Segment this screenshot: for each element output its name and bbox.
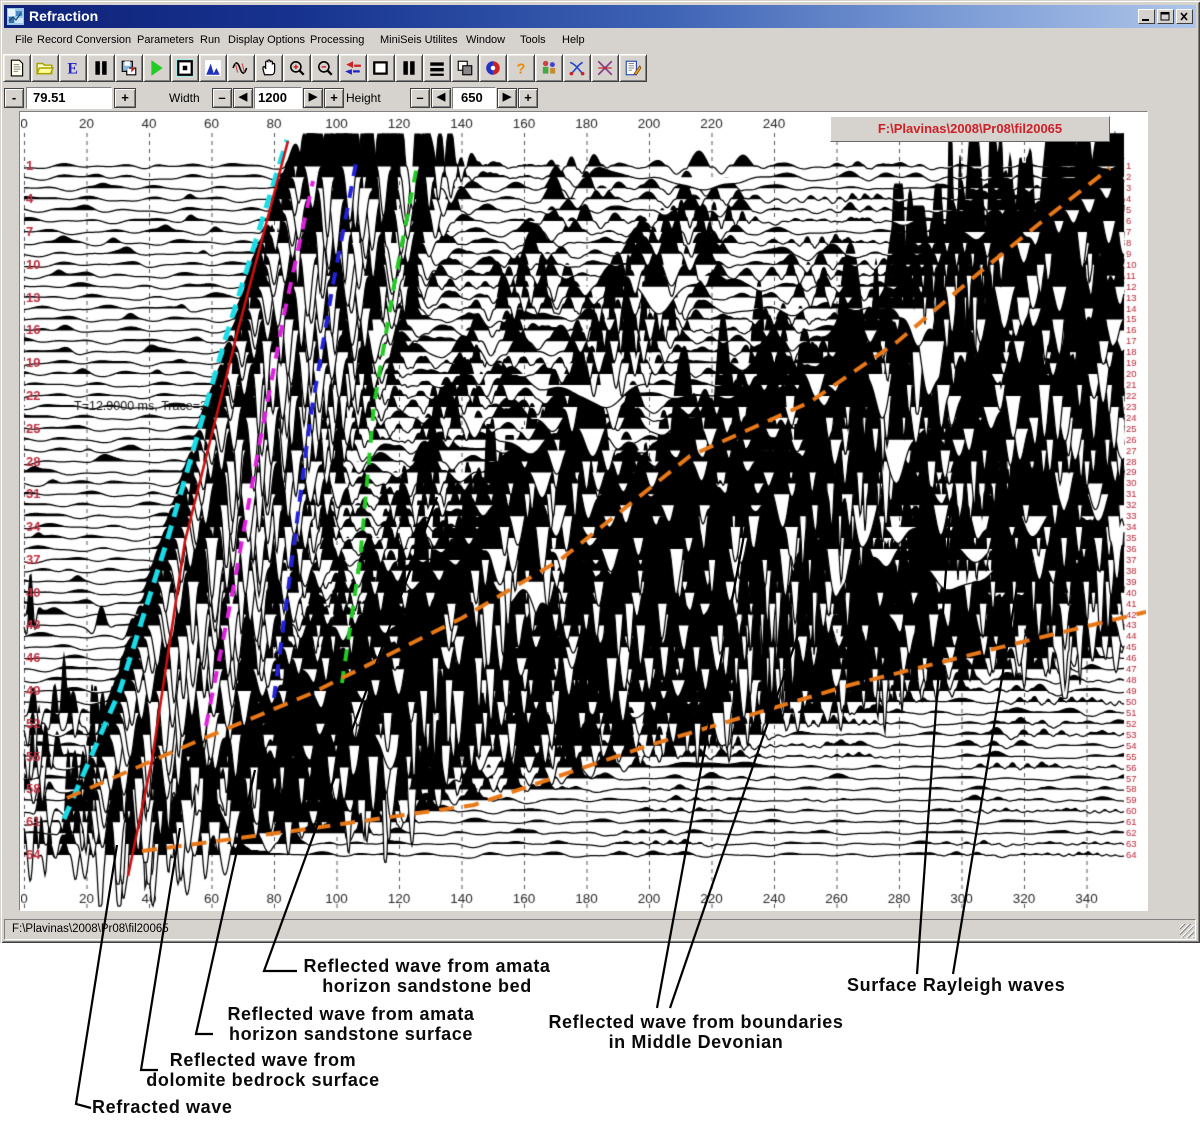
svg-text:E: E bbox=[67, 61, 78, 77]
svg-text:?: ? bbox=[517, 62, 526, 77]
